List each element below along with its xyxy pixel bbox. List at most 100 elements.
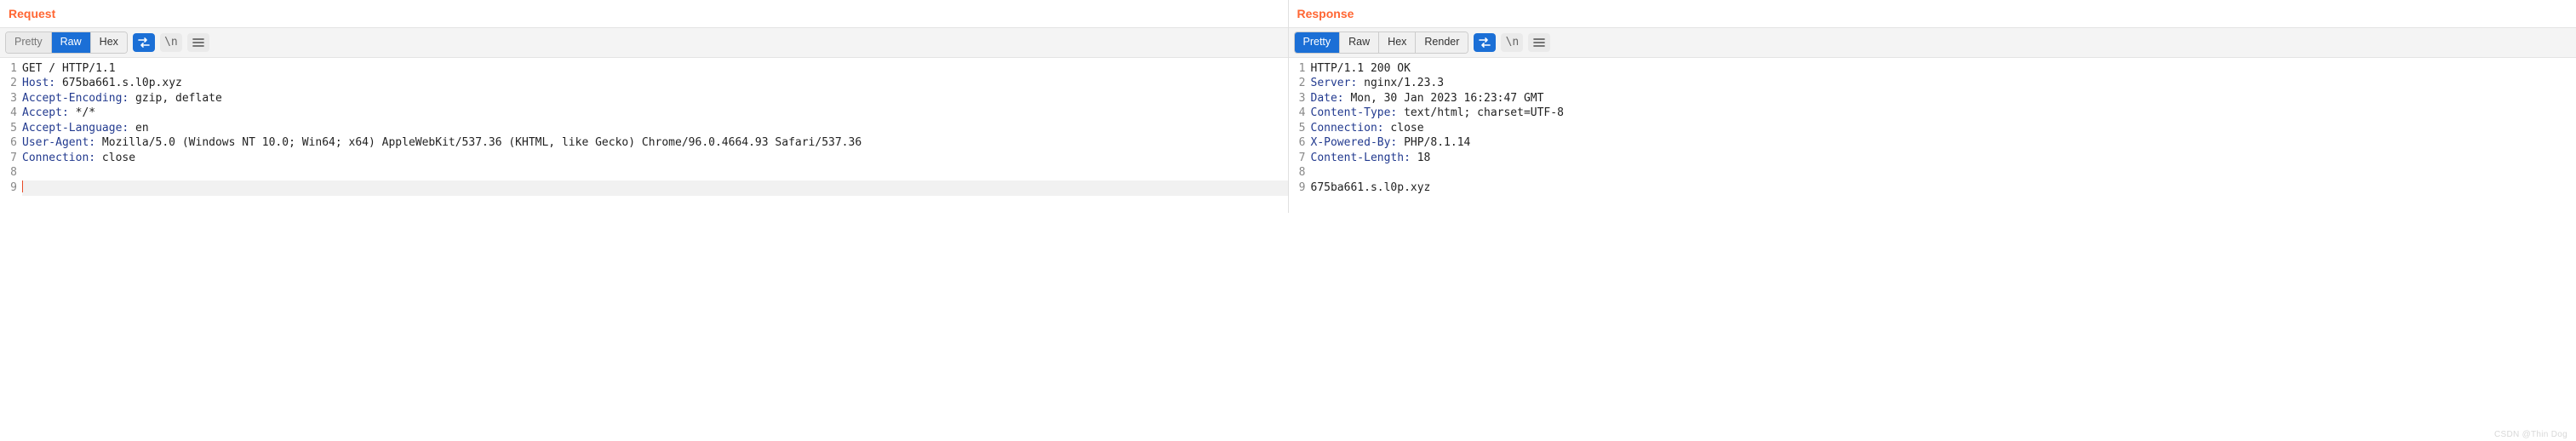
header-value: Mon, 30 Jan 2023 16:23:47 GMT	[1344, 92, 1544, 105]
code-line: 7Content-Length: 18	[1289, 151, 2576, 166]
response-tab-group: Pretty Raw Hex Render	[1294, 32, 1469, 54]
tab-render[interactable]: Render	[1416, 32, 1468, 53]
code-content	[22, 180, 1288, 196]
newline-toggle-button[interactable]: \n	[160, 33, 182, 52]
header-name: User-Agent:	[22, 136, 95, 149]
code-line: 2Server: nginx/1.23.3	[1289, 76, 2576, 91]
tab-raw[interactable]: Raw	[52, 32, 91, 53]
response-toolbar: Pretty Raw Hex Render \n	[1289, 27, 2576, 58]
header-name: Host:	[22, 77, 55, 89]
line-number: 5	[0, 121, 22, 136]
header-value: nginx/1.23.3	[1357, 77, 1444, 89]
line-number: 4	[1289, 106, 1311, 121]
line-number: 3	[0, 91, 22, 106]
line-number: 2	[1289, 76, 1311, 91]
header-name: Content-Type:	[1311, 106, 1398, 119]
line-number: 9	[1289, 180, 1311, 196]
header-value: text/html; charset=UTF-8	[1397, 106, 1564, 119]
response-code-area[interactable]: 1HTTP/1.1 200 OK2Server: nginx/1.23.33Da…	[1289, 58, 2576, 213]
header-value: en	[129, 122, 148, 135]
line-number: 1	[1289, 61, 1311, 77]
request-code-area[interactable]: 1GET / HTTP/1.12Host: 675ba661.s.l0p.xyz…	[0, 58, 1288, 213]
header-name: Content-Length:	[1311, 152, 1411, 164]
header-value: 18	[1411, 152, 1430, 164]
code-content: Accept-Language: en	[22, 121, 1288, 136]
tab-hex[interactable]: Hex	[91, 32, 127, 53]
menu-button[interactable]	[187, 33, 209, 52]
action-swap-button[interactable]	[133, 33, 155, 52]
code-content: 675ba661.s.l0p.xyz	[1311, 180, 2576, 196]
swap-arrows-icon	[1478, 37, 1491, 49]
menu-button[interactable]	[1528, 33, 1550, 52]
code-line: 3Date: Mon, 30 Jan 2023 16:23:47 GMT	[1289, 91, 2576, 106]
response-title: Response	[1297, 5, 2568, 27]
code-content: Accept-Encoding: gzip, deflate	[22, 91, 1288, 106]
header-name: Accept:	[22, 106, 69, 119]
code-content: User-Agent: Mozilla/5.0 (Windows NT 10.0…	[22, 135, 1288, 151]
header-value: gzip, deflate	[129, 92, 222, 105]
request-title: Request	[9, 5, 1279, 27]
request-toolbar: Pretty Raw Hex \n	[0, 27, 1288, 58]
header-value: */*	[69, 106, 95, 119]
code-line: 2Host: 675ba661.s.l0p.xyz	[0, 76, 1288, 91]
line-number: 4	[0, 106, 22, 121]
action-swap-button[interactable]	[1474, 33, 1496, 52]
code-line: 4Content-Type: text/html; charset=UTF-8	[1289, 106, 2576, 121]
response-panel: Response Pretty Raw Hex Render \n	[1288, 0, 2576, 213]
line-number: 1	[0, 61, 22, 77]
code-line: 7Connection: close	[0, 151, 1288, 166]
code-line: 8	[1289, 165, 2576, 180]
code-line: 6User-Agent: Mozilla/5.0 (Windows NT 10.…	[0, 135, 1288, 151]
tab-pretty[interactable]: Pretty	[6, 32, 52, 53]
request-tab-group: Pretty Raw Hex	[5, 32, 128, 54]
code-content: Accept: */*	[22, 106, 1288, 121]
line-number: 5	[1289, 121, 1311, 136]
code-content: Connection: close	[22, 151, 1288, 166]
line-number: 7	[1289, 151, 1311, 166]
line-number: 3	[1289, 91, 1311, 106]
header-name: Date:	[1311, 92, 1344, 105]
tab-raw[interactable]: Raw	[1340, 32, 1379, 53]
header-name: Connection:	[1311, 122, 1384, 135]
header-value: close	[95, 152, 135, 164]
http-editor-panels: Request Pretty Raw Hex \n	[0, 0, 2576, 213]
code-line: 9675ba661.s.l0p.xyz	[1289, 180, 2576, 196]
code-content: Host: 675ba661.s.l0p.xyz	[22, 76, 1288, 91]
header-name: Server:	[1311, 77, 1358, 89]
line-text: HTTP/1.1 200 OK	[1311, 62, 1411, 75]
code-content: Content-Type: text/html; charset=UTF-8	[1311, 106, 2576, 121]
code-content: X-Powered-By: PHP/8.1.14	[1311, 135, 2576, 151]
line-text: GET / HTTP/1.1	[22, 62, 116, 75]
code-content: Connection: close	[1311, 121, 2576, 136]
code-line: 1HTTP/1.1 200 OK	[1289, 61, 2576, 77]
code-line: 6X-Powered-By: PHP/8.1.14	[1289, 135, 2576, 151]
request-panel: Request Pretty Raw Hex \n	[0, 0, 1288, 213]
header-value: Mozilla/5.0 (Windows NT 10.0; Win64; x64…	[95, 136, 862, 149]
header-name: Accept-Encoding:	[22, 92, 129, 105]
code-content: Server: nginx/1.23.3	[1311, 76, 2576, 91]
line-number: 6	[1289, 135, 1311, 151]
hamburger-icon	[1533, 37, 1545, 48]
text-caret	[22, 180, 23, 192]
line-text: 675ba661.s.l0p.xyz	[1311, 181, 1431, 194]
code-line: 4Accept: */*	[0, 106, 1288, 121]
code-content: HTTP/1.1 200 OK	[1311, 61, 2576, 77]
newline-toggle-button[interactable]: \n	[1501, 33, 1523, 52]
line-number: 9	[0, 180, 22, 196]
tab-pretty[interactable]: Pretty	[1295, 32, 1341, 53]
header-name: Accept-Language:	[22, 122, 129, 135]
code-content: Date: Mon, 30 Jan 2023 16:23:47 GMT	[1311, 91, 2576, 106]
newline-icon: \n	[164, 36, 178, 49]
code-content: GET / HTTP/1.1	[22, 61, 1288, 77]
line-number: 2	[0, 76, 22, 91]
tab-hex[interactable]: Hex	[1379, 32, 1416, 53]
watermark-text: CSDN @Thin Dog	[2494, 430, 2567, 439]
newline-icon: \n	[1506, 36, 1520, 49]
code-line: 8	[0, 165, 1288, 180]
line-number: 7	[0, 151, 22, 166]
header-value: 675ba661.s.l0p.xyz	[55, 77, 182, 89]
code-line: 5Connection: close	[1289, 121, 2576, 136]
header-value: close	[1384, 122, 1424, 135]
header-value: PHP/8.1.14	[1397, 136, 1470, 149]
header-name: Connection:	[22, 152, 95, 164]
